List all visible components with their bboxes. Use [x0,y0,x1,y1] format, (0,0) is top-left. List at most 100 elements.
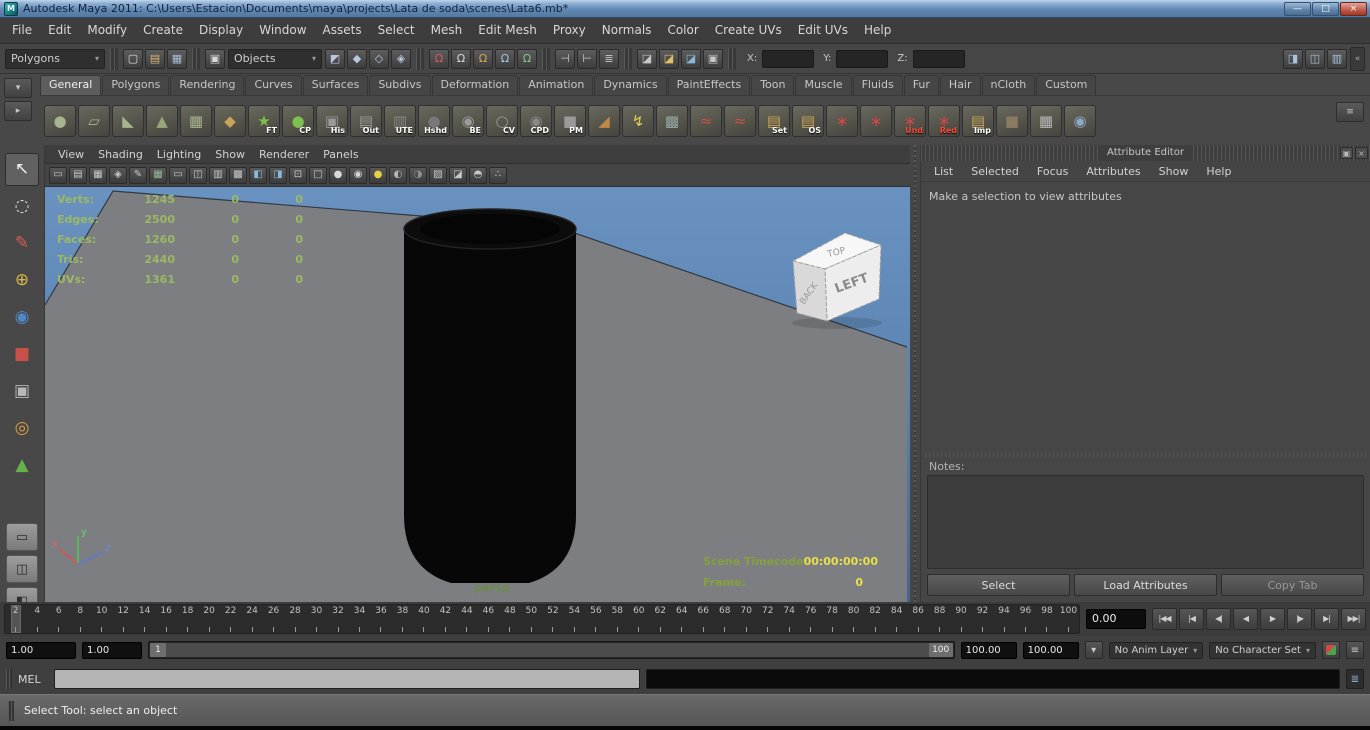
shelf-tab-hair[interactable]: Hair [939,75,981,95]
shelf-history-icon[interactable]: ▣ His [316,105,348,137]
status-separator[interactable] [624,47,632,70]
shelf-tab-ncloth[interactable]: nCloth [981,75,1036,95]
go-to-end-button[interactable]: ▶▶| [1341,608,1366,630]
rotate-tool[interactable]: ◉ [5,301,39,334]
status-separator[interactable] [416,47,424,70]
timeline-frame-90[interactable]: 90 [950,605,971,633]
timeline-frame-4[interactable]: 4 [26,605,47,633]
select-component-icon[interactable]: ◇ [369,48,389,69]
step-back-key-button[interactable]: ◀| [1206,608,1231,630]
two-pane-layout-button[interactable]: ◫ [6,555,38,583]
timeline-frame-62[interactable]: 62 [650,605,671,633]
panel-splitter[interactable] [910,145,920,602]
menu-edit-mesh[interactable]: Edit Mesh [470,18,545,43]
range-end-handle[interactable]: 100 [928,643,953,657]
character-set-selector[interactable]: No Character Set ▾ [1209,641,1316,659]
shelf-cv-curve-icon[interactable]: ○ CV [486,105,518,137]
timeline-frame-8[interactable]: 8 [69,605,90,633]
timeline-ruler[interactable]: 2 4 6 8 10 12 14 16 18 20 22 24 26 28 30 32 34 36 38 40 42 44… [4,604,1080,634]
playback-end-field[interactable]: 100.00 [960,641,1017,659]
timeline-frame-12[interactable]: 12 [112,605,133,633]
range-options-button[interactable]: ▾ [1084,641,1103,659]
select-button[interactable]: Select [927,574,1070,596]
timeline-frame-6[interactable]: 6 [48,605,69,633]
timeline-frame-30[interactable]: 30 [306,605,327,633]
shelf-cpd-icon[interactable]: ◉ CPD [520,105,552,137]
attribute-editor-toggle-icon[interactable]: ◨ [1283,48,1303,69]
shelf-lattice-icon[interactable]: ▦ [1030,105,1062,137]
shelf-poly-plane-icon[interactable]: ▱ [78,105,110,137]
soft-modification-tool[interactable]: ◎ [5,412,39,445]
shelf-tab-toon[interactable]: Toon [751,75,795,95]
timeline-frame-34[interactable]: 34 [349,605,370,633]
input-connections-icon[interactable]: ⊣ [555,48,575,69]
save-scene-icon[interactable]: ▦ [167,48,187,69]
current-time-field[interactable]: 0.00 [1086,609,1146,629]
isolate-select-icon[interactable]: ◪ [449,166,467,184]
universal-manipulator-tool[interactable]: ▣ [5,375,39,408]
timeline-frame-18[interactable]: 18 [177,605,198,633]
timeline-frame-68[interactable]: 68 [714,605,735,633]
film-gate-icon[interactable]: ▭ [169,166,187,184]
notes-field[interactable] [927,475,1364,569]
shelf-redo-icon[interactable]: ∗ Red [928,105,960,137]
menu-display[interactable]: Display [191,18,251,43]
shelf-tab-animation[interactable]: Animation [519,75,594,95]
timeline-frame-70[interactable]: 70 [735,605,756,633]
grid-toggle-icon[interactable]: ▦ [149,166,167,184]
titlebar[interactable]: M Autodesk Maya 2011: C:\Users\Estacion\… [0,0,1370,18]
panel-menu-view[interactable]: View [51,146,91,163]
step-back-frame-button[interactable]: |◀ [1179,608,1204,630]
x-coordinate-field[interactable] [762,49,815,68]
shelf-poly-sphere-icon[interactable]: ● [44,105,76,137]
timeline-frame-80[interactable]: 80 [843,605,864,633]
shelf-tab-custom[interactable]: Custom [1036,75,1097,95]
ae-menu-help[interactable]: Help [1197,165,1240,178]
collapse-ui-button[interactable]: « [1350,46,1365,71]
shelf-paint-bucket-icon[interactable]: ◢ [588,105,620,137]
attribute-editor-header[interactable]: Attribute Editor ▣ × [921,145,1370,161]
timeline-frame-44[interactable]: 44 [456,605,477,633]
ae-menu-focus[interactable]: Focus [1028,165,1077,178]
shelf-tab-rendering[interactable]: Rendering [170,75,245,95]
select-object-icon[interactable]: ◆ [347,48,367,69]
timeline-frame-60[interactable]: 60 [628,605,649,633]
ae-menu-selected[interactable]: Selected [962,165,1028,178]
menu-assets[interactable]: Assets [315,18,370,43]
shelf-be-icon[interactable]: ◉ BE [452,105,484,137]
timeline-frame-16[interactable]: 16 [155,605,176,633]
move-tool[interactable]: ⊕ [5,264,39,297]
render-view-icon[interactable]: ◪ [637,48,657,69]
maximize-button[interactable]: □ [1312,1,1339,16]
shelf-os-icon[interactable]: ▤ OS [792,105,824,137]
panel-menu-show[interactable]: Show [208,146,252,163]
panel-menu-panels[interactable]: Panels [316,146,365,163]
timeline-frame-88[interactable]: 88 [929,605,950,633]
timeline-frame-78[interactable]: 78 [821,605,842,633]
select-hierarchy-icon[interactable]: ◩ [325,48,345,69]
single-pane-layout-button[interactable]: ▭ [6,523,38,551]
range-start-handle[interactable]: 1 [150,643,166,657]
menu-select[interactable]: Select [370,18,423,43]
shelf-tab-fluids[interactable]: Fluids [852,75,903,95]
shelf-poly-grid-icon[interactable]: ▦ [180,105,212,137]
share-view-icon[interactable]: ∴ [489,166,507,184]
shelf-tab-deformation[interactable]: Deformation [431,75,519,95]
viewport-3d-area[interactable]: TOP LEFT BACK y x z Verts: 1245 0 0 Edges: 25… [45,187,910,602]
animation-end-field[interactable]: 100.00 [1022,641,1079,659]
load-attributes-button[interactable]: Load Attributes [1074,574,1217,596]
image-plane-icon[interactable]: ▦ [89,166,107,184]
command-input-field[interactable] [54,669,640,689]
shadows-icon[interactable]: ◑ [409,166,427,184]
timeline-frame-26[interactable]: 26 [263,605,284,633]
timeline-frame-56[interactable]: 56 [585,605,606,633]
shelf-tab-muscle[interactable]: Muscle [795,75,852,95]
menu-edit[interactable]: Edit [40,18,79,43]
timeline-frame-38[interactable]: 38 [392,605,413,633]
timeline-frame-98[interactable]: 98 [1036,605,1057,633]
shelf-set-icon[interactable]: ▤ Set [758,105,790,137]
timeline-frame-46[interactable]: 46 [478,605,499,633]
command-output-field[interactable] [646,669,1340,689]
shelf-poly-wedge-icon[interactable]: ◣ [112,105,144,137]
timeline-frame-24[interactable]: 24 [241,605,262,633]
